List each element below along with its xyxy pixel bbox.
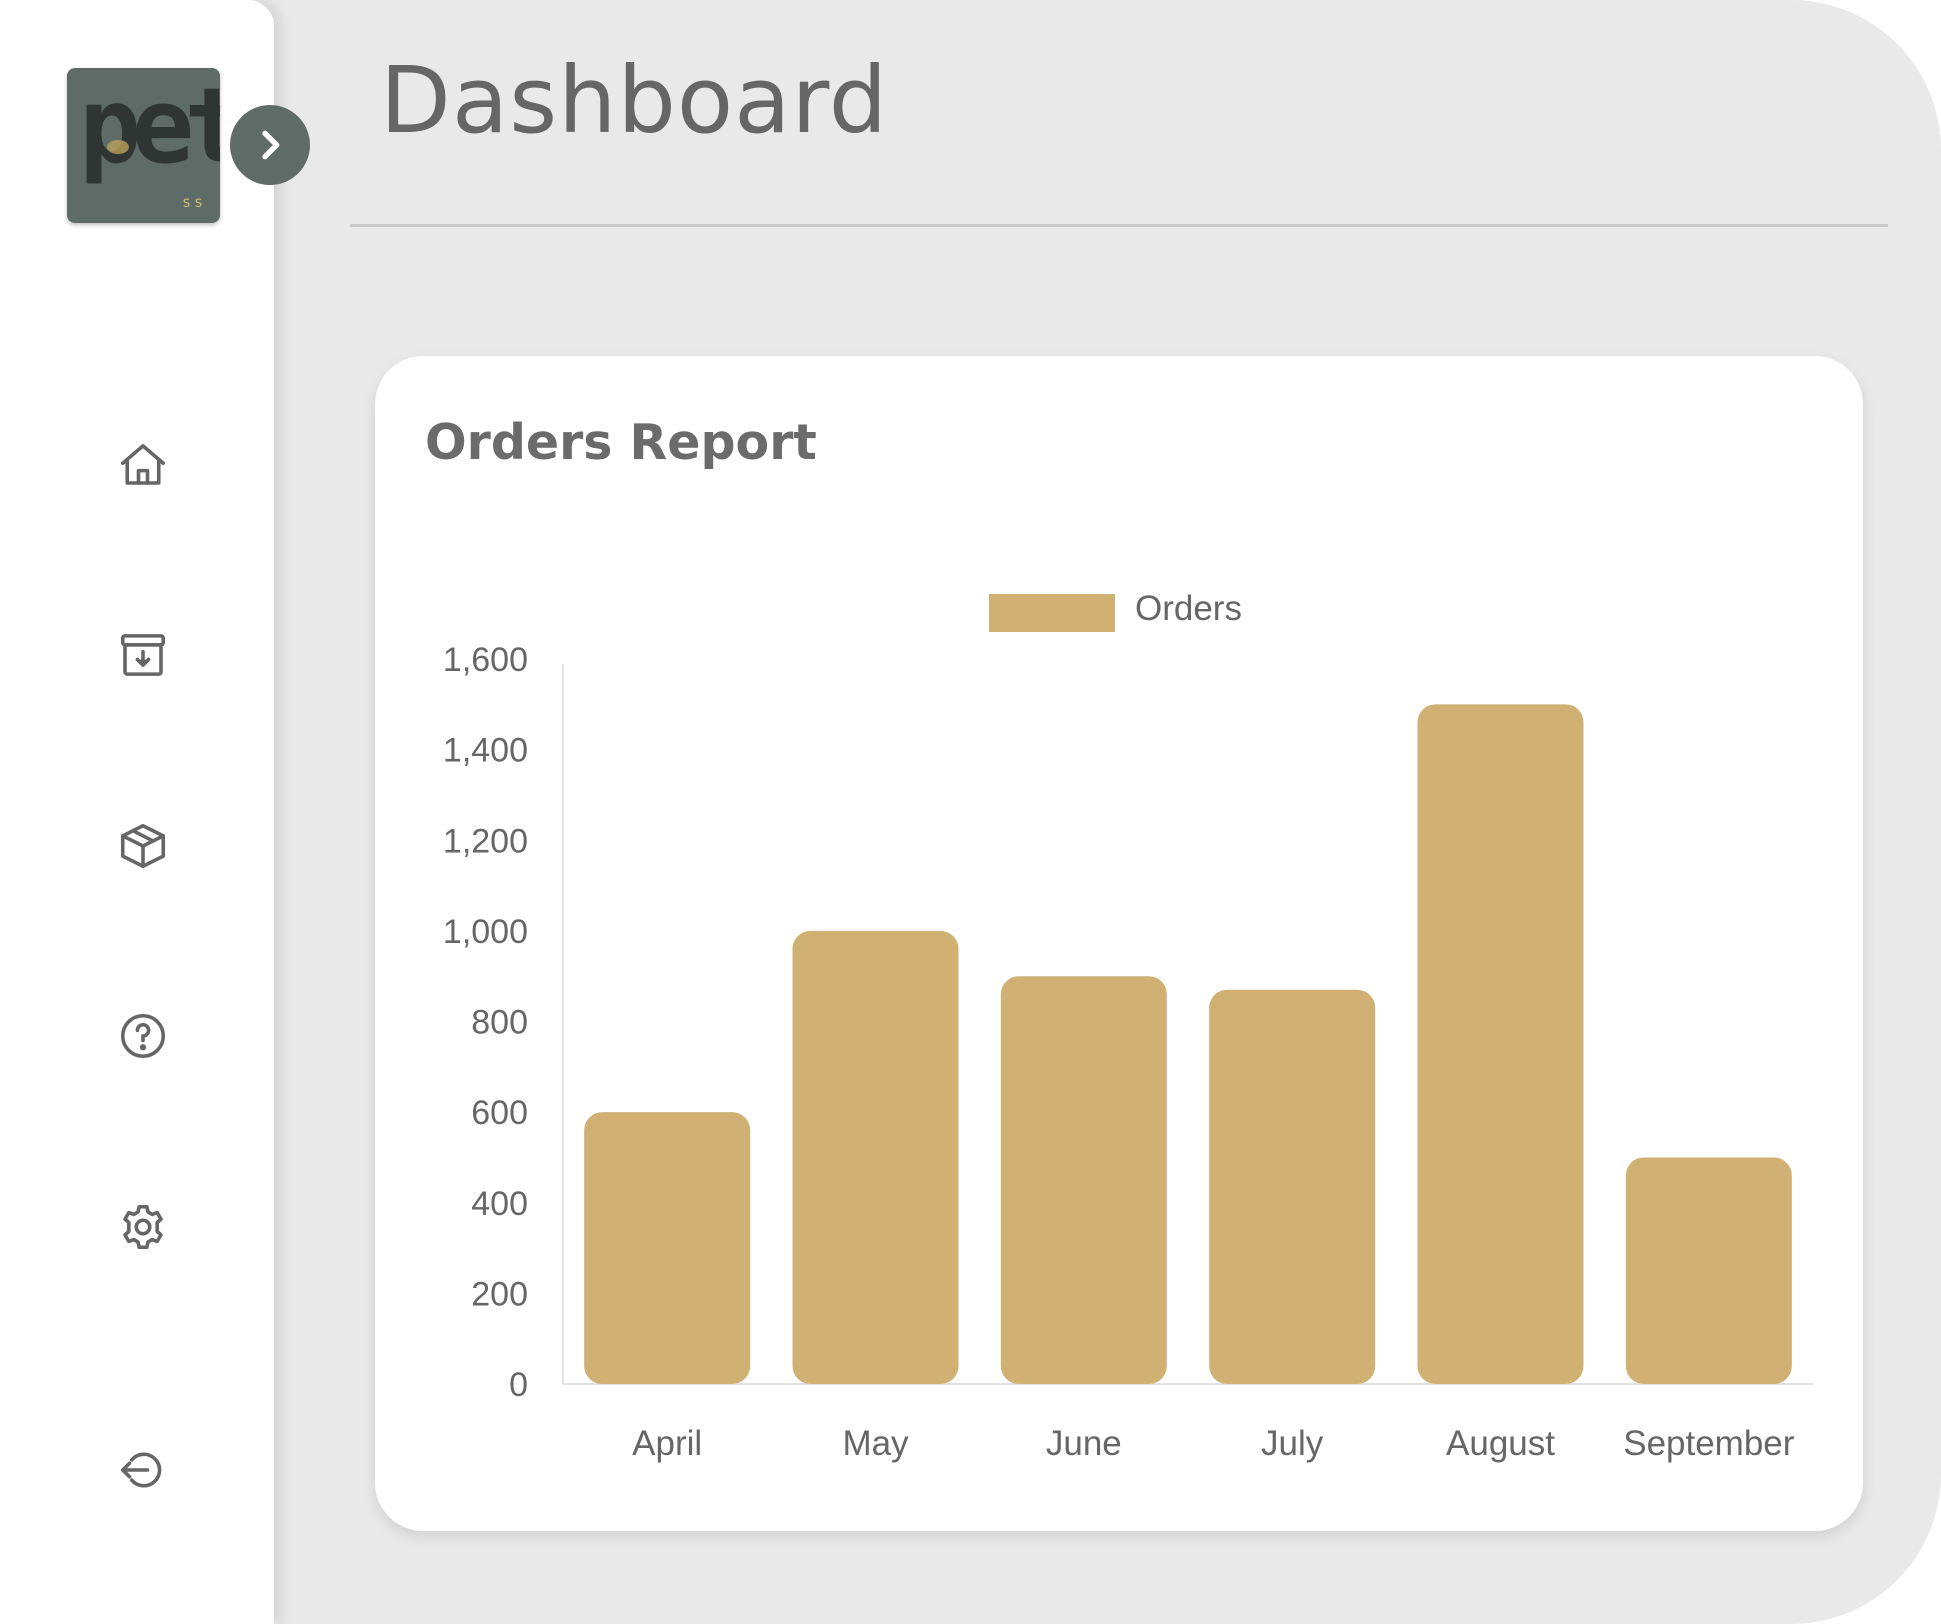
nav-products[interactable] [110, 813, 176, 879]
y-tick-label: 1,600 [443, 641, 528, 679]
bar-september[interactable] [1625, 1157, 1792, 1384]
x-tick-label: May [842, 1424, 909, 1463]
nav-home[interactable] [110, 432, 176, 498]
bar-april[interactable] [584, 1112, 751, 1384]
logo-text: pet [79, 68, 220, 187]
y-tick-label: 800 [471, 1004, 528, 1042]
y-tick-label: 200 [471, 1275, 528, 1313]
archive-download-icon [120, 634, 166, 676]
orders-report-card: Orders Report Orders 0 200 400 600 800 1,000 1… [375, 356, 1863, 1531]
gear-icon [123, 1204, 163, 1250]
legend-label: Orders [1135, 589, 1242, 628]
bar-june[interactable] [1000, 976, 1167, 1384]
nav-settings[interactable] [110, 1194, 176, 1260]
logout-icon [120, 1452, 162, 1488]
main-panel: Dashboard Orders Report Orders 0 200 400 60… [0, 0, 1941, 1624]
chevron-right-icon [262, 130, 280, 160]
sidebar: pet ss [0, 0, 274, 1624]
y-tick-label: 0 [509, 1366, 528, 1404]
y-tick-label: 400 [471, 1185, 528, 1223]
bar-july[interactable] [1209, 989, 1376, 1384]
y-tick-label: 1,200 [443, 822, 528, 860]
help-circle-icon [120, 1013, 166, 1059]
bars [584, 704, 1792, 1384]
app: Dashboard Orders Report Orders 0 200 400 60… [0, 0, 1941, 1624]
x-tick-label: August [1446, 1424, 1555, 1463]
package-icon [120, 823, 166, 869]
logo[interactable]: pet ss [67, 68, 220, 223]
header-divider [350, 224, 1888, 227]
home-icon [120, 444, 166, 485]
expand-sidebar-button[interactable] [230, 105, 310, 185]
x-tick-label: September [1623, 1424, 1795, 1463]
y-tick-label: 1,400 [443, 732, 528, 770]
nav-logout[interactable] [110, 1437, 176, 1503]
x-tick-label: June [1046, 1424, 1122, 1463]
nav-orders[interactable] [110, 622, 176, 688]
y-tick-labels: 0 200 400 600 800 1,000 1,200 1,400 1,600 [443, 641, 528, 1404]
y-tick-label: 1,000 [443, 913, 528, 951]
y-tick-label: 600 [471, 1094, 528, 1132]
orders-bar-chart: Orders 0 200 400 600 800 1,000 1,200 1,400 1,600… [443, 589, 1813, 1463]
bar-august[interactable] [1417, 704, 1584, 1384]
paw-icon [107, 140, 129, 154]
chart-axes [562, 664, 1813, 1385]
x-tick-labels: April May June July August September [632, 1424, 1795, 1463]
page-title: Dashboard [380, 47, 889, 154]
x-tick-label: July [1261, 1424, 1324, 1463]
chart-legend[interactable]: Orders [989, 589, 1242, 632]
legend-swatch [989, 594, 1115, 632]
bar-may[interactable] [792, 930, 959, 1384]
logo-subtext: ss [181, 193, 206, 211]
x-tick-label: April [632, 1424, 702, 1463]
nav-help[interactable] [110, 1003, 176, 1069]
